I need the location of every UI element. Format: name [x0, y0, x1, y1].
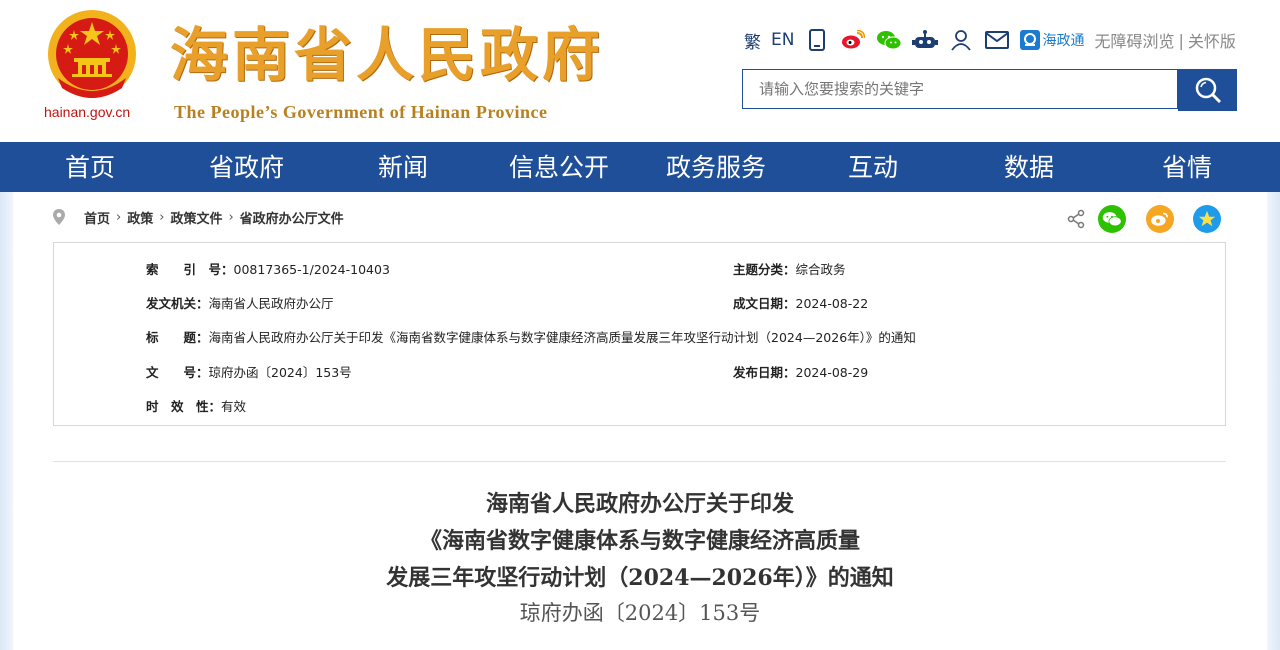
- info-created-value: 2024-08-22: [795, 296, 869, 311]
- user-icon[interactable]: [948, 27, 974, 53]
- top-toolbar: 繁 EN 海政通 无障碍浏览 | 关怀版: [744, 27, 1236, 53]
- info-published-value: 2024-08-29: [795, 365, 869, 380]
- info-issuer: 发文机关：海南省人民政府办公厅: [146, 293, 334, 312]
- breadcrumb-separator: ›: [228, 209, 234, 225]
- mail-icon[interactable]: [984, 27, 1010, 53]
- info-docno-label: 文 号：: [146, 365, 209, 380]
- info-title-label: 标 题：: [146, 330, 209, 345]
- document-title-line-3: 发展三年攻坚行动计划（2024—2026年）》的通知: [386, 565, 894, 591]
- info-issuer-label: 发文机关：: [146, 296, 209, 311]
- info-title: 标 题：海南省人民政府办公厅关于印发《海南省数字健康体系与数字健康经济高质量发展…: [146, 327, 916, 346]
- info-docno: 文 号：琼府办函〔2024〕153号: [146, 362, 352, 381]
- breadcrumb-policy-docs[interactable]: 政策文件: [170, 208, 222, 227]
- document-number: 琼府办函〔2024〕153号: [519, 601, 761, 625]
- wechat-icon[interactable]: [876, 27, 902, 53]
- info-validity: 时 效 性：有效: [146, 396, 246, 415]
- site-header: hainan.gov.cn 海南省人民政府 The People’s Gover…: [0, 0, 1280, 142]
- info-validity-label: 时 效 性：: [146, 399, 222, 414]
- info-index: 索 引 号：00817365-1/2024-10403: [146, 259, 390, 278]
- info-created-label: 成文日期：: [733, 296, 796, 311]
- search-button[interactable]: [1178, 69, 1237, 111]
- nav-item-province-gov[interactable]: 省政府: [209, 142, 284, 192]
- info-topic-value: 综合政务: [795, 262, 846, 277]
- nav-item-interaction[interactable]: 互动: [848, 142, 898, 192]
- nav-item-home[interactable]: 首页: [65, 142, 115, 192]
- nav-item-news[interactable]: 新闻: [378, 142, 428, 192]
- document-info-box: 索 引 号：00817365-1/2024-10403 主题分类：综合政务 发文…: [53, 242, 1226, 426]
- share-qzone-icon[interactable]: [1193, 205, 1221, 233]
- search-icon: [1195, 77, 1221, 104]
- share-icon[interactable]: [1062, 205, 1090, 233]
- nav-item-province-info[interactable]: 省情: [1162, 142, 1212, 192]
- breadcrumb-home[interactable]: 首页: [84, 208, 110, 227]
- weibo-icon[interactable]: [840, 27, 866, 53]
- info-index-value: 00817365-1/2024-10403: [233, 262, 390, 277]
- info-topic-label: 主题分类：: [733, 262, 796, 277]
- main-nav: 首页 省政府 新闻 信息公开 政务服务 互动 数据 省情: [0, 142, 1280, 192]
- toolbar-separator: |: [1178, 30, 1184, 50]
- domain-text: hainan.gov.cn: [44, 104, 131, 120]
- hzt-logo-icon: [1020, 30, 1041, 50]
- breadcrumb-policy[interactable]: 政策: [127, 208, 153, 227]
- traditional-chinese-link[interactable]: 繁: [744, 28, 761, 53]
- breadcrumb-separator: ›: [116, 209, 122, 225]
- share-weibo-icon[interactable]: [1146, 205, 1174, 233]
- search-input[interactable]: [742, 69, 1178, 109]
- info-docno-value: 琼府办函〔2024〕153号: [208, 365, 352, 380]
- document-title-line-2: 《海南省数字健康体系与数字健康经济高质量: [419, 528, 860, 554]
- hzt-link[interactable]: 海政通: [1020, 30, 1084, 50]
- location-icon: [53, 209, 65, 225]
- divider: [53, 461, 1226, 462]
- national-emblem-icon[interactable]: [44, 8, 140, 104]
- nav-item-data[interactable]: 数据: [1004, 142, 1054, 192]
- robot-icon[interactable]: [912, 27, 939, 53]
- accessibility-link[interactable]: 无障碍浏览: [1094, 28, 1174, 52]
- share-wechat-icon[interactable]: [1098, 205, 1126, 233]
- info-validity-value: 有效: [221, 399, 247, 414]
- breadcrumb: 首页 › 政策 › 政策文件 › 省政府办公厅文件: [52, 207, 344, 227]
- breadcrumb-office-docs[interactable]: 省政府办公厅文件: [240, 208, 344, 227]
- info-title-value: 海南省人民政府办公厅关于印发《海南省数字健康体系与数字健康经济高质量发展三年攻坚…: [208, 330, 916, 345]
- info-index-label: 索 引 号：: [146, 262, 234, 277]
- info-published-label: 发布日期：: [733, 365, 796, 380]
- info-issuer-value: 海南省人民政府办公厅: [208, 296, 334, 311]
- elderly-mode-link[interactable]: 关怀版: [1188, 28, 1236, 52]
- nav-item-info-disclosure[interactable]: 信息公开: [509, 142, 609, 192]
- site-subtitle: The People’s Government of Hainan Provin…: [174, 102, 548, 122]
- breadcrumb-separator: ›: [159, 209, 165, 225]
- info-topic: 主题分类：综合政务: [733, 259, 846, 278]
- info-created: 成文日期：2024-08-22: [733, 293, 868, 312]
- info-published: 发布日期：2024-08-29: [733, 362, 868, 381]
- document-title-line-1: 海南省人民政府办公厅关于印发: [485, 491, 794, 517]
- site-title[interactable]: 海南省人民政府: [170, 20, 604, 90]
- mobile-icon[interactable]: [804, 27, 830, 53]
- nav-item-gov-services[interactable]: 政务服务: [666, 142, 766, 192]
- english-link[interactable]: EN: [771, 30, 794, 50]
- hzt-label: 海政通: [1042, 33, 1085, 49]
